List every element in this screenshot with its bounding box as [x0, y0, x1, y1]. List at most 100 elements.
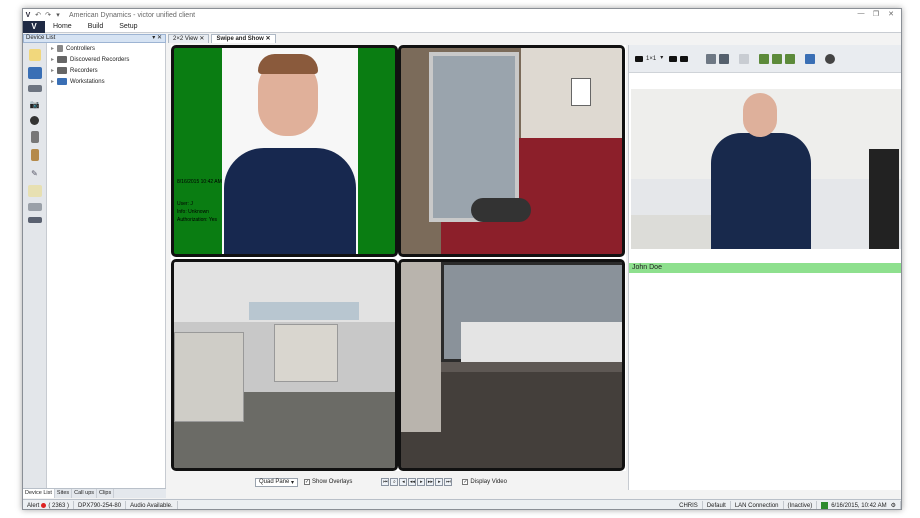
single-view-panel: 1×1 ▾ John Doe [628, 45, 901, 490]
server-icon[interactable] [27, 203, 42, 211]
display-video-checkbox[interactable]: ✓ [462, 479, 469, 485]
tab-strip: Device List ▾ ✕ 2×2 View ✕ Swipe and Sho… [23, 34, 901, 43]
connection-status: LAN Connection [731, 500, 784, 509]
settings-gear-icon[interactable]: ⚙ [891, 502, 896, 509]
glass-door-frame [429, 52, 519, 222]
brand-logo[interactable]: V [23, 20, 45, 33]
close-button[interactable]: ✕ [885, 10, 897, 20]
cardholder-name-bar: John Doe [629, 263, 901, 273]
camera-group-icon[interactable] [759, 53, 770, 64]
camera-remove-icon[interactable] [785, 53, 796, 64]
app-logo-icon: V [25, 11, 31, 19]
video-pane-lobby[interactable] [398, 45, 625, 257]
device-tree: ▸ Controllers ▸ Discovered Recorders ▸ Reco… [47, 43, 166, 488]
snapshot-icon[interactable] [706, 53, 717, 64]
snow-outside [461, 322, 622, 362]
map-icon[interactable] [27, 185, 42, 197]
first-frame-button[interactable]: ⏮ [381, 478, 390, 486]
tree-item-recorders[interactable]: ▸ Recorders [47, 65, 165, 76]
zoom-button[interactable]: ⌕ [390, 478, 399, 486]
camera-icon[interactable]: 📷 [28, 98, 42, 110]
menu-setup[interactable]: Setup [111, 23, 145, 30]
title-bar: V ↶ ↷ ▾ American Dynamics - victor unifi… [23, 9, 901, 21]
tree-item-workstations[interactable]: ▸ Workstations [47, 76, 165, 87]
alert-status[interactable]: Alert ( 2363 ) [23, 500, 75, 509]
layout-wide-icon[interactable] [680, 55, 689, 62]
person-face [743, 93, 777, 137]
minimize-button[interactable]: — [855, 10, 867, 20]
play-button[interactable]: ▸ [417, 478, 426, 486]
cubicle-right [274, 324, 338, 382]
layout-select[interactable]: Quad Pane ▾ [255, 477, 299, 487]
display-video-label: Display Video [470, 479, 507, 485]
redo-icon[interactable]: ↷ [43, 10, 53, 20]
forward-button[interactable]: ▸▸ [426, 478, 435, 486]
controller-icon[interactable] [30, 131, 39, 143]
tab-2x2-view[interactable]: 2×2 View ✕ [168, 34, 210, 43]
layout-label: 1×1 [646, 55, 657, 62]
tree-label: Controllers [66, 45, 96, 52]
tree-label: Workstations [70, 78, 105, 85]
whiteboard [571, 78, 591, 106]
video-pane-office[interactable] [171, 259, 398, 471]
video-pane-corridor[interactable] [398, 259, 625, 471]
alert-dot-icon [41, 503, 47, 508]
btab-clips[interactable]: Clips [97, 489, 115, 498]
recorder-tree-icon [57, 67, 67, 74]
single-view-toolbar: 1×1 ▾ [629, 45, 901, 73]
live-button[interactable]: ⏭ [444, 478, 453, 486]
export-icon[interactable] [805, 53, 816, 64]
menu-build[interactable]: Build [80, 23, 112, 30]
rewind-button[interactable]: ◂◂ [408, 478, 417, 486]
back-window [249, 302, 359, 320]
door-mat [471, 198, 531, 222]
menu-bar: V Home Build Setup [23, 20, 901, 33]
tab-swipe-label: Swipe and Show [216, 36, 264, 42]
menu-home[interactable]: Home [45, 23, 80, 30]
workstation-tree-icon [57, 78, 67, 85]
tree-item-discovered-recorders[interactable]: ▸ Discovered Recorders [47, 54, 165, 65]
tab-2x2-label: 2×2 View [173, 36, 198, 42]
overlay-line-3: Info: Unknown [177, 209, 209, 215]
layout-dropdown-icon[interactable]: ▾ [660, 54, 666, 64]
show-overlays-checkbox[interactable]: ✓ [304, 479, 311, 485]
save-icon[interactable] [719, 53, 730, 64]
panel-pin-icon[interactable]: ▾ ✕ [152, 35, 162, 42]
monitor-icon[interactable] [27, 217, 42, 223]
status-bar: Alert ( 2363 ) DPX790-254-80 Audio Avail… [23, 499, 901, 509]
app-window: V ↶ ↷ ▾ American Dynamics - victor unifi… [22, 8, 902, 510]
btab-sites[interactable]: Sites [55, 489, 73, 498]
note-icon[interactable] [28, 49, 41, 61]
quick-access-menu-icon[interactable]: ▾ [53, 10, 63, 20]
maximize-button[interactable]: ❐ [870, 10, 882, 20]
camera-add-icon[interactable] [772, 53, 783, 64]
layout-2x2-icon[interactable] [669, 55, 678, 62]
btab-device-list[interactable]: Device List [23, 489, 55, 498]
single-view-video[interactable] [631, 89, 901, 249]
desk [631, 215, 711, 249]
settings-icon[interactable] [825, 53, 836, 64]
step-forward-button[interactable]: ▸ [435, 478, 444, 486]
layout-1x1-icon[interactable] [635, 55, 643, 62]
tab-swipe-and-show[interactable]: Swipe and Show ✕ [211, 34, 276, 43]
edit-icon[interactable]: ✎ [28, 167, 42, 179]
folder-icon[interactable] [27, 67, 42, 79]
search-icon[interactable] [739, 53, 750, 64]
tree-item-controllers[interactable]: ▸ Controllers [47, 43, 165, 54]
recorder-icon[interactable] [27, 85, 42, 92]
door-icon[interactable] [30, 149, 39, 161]
profile-status: Default [703, 500, 731, 509]
cubicle-left [174, 332, 244, 422]
dome-camera-icon[interactable] [30, 116, 39, 125]
undo-icon[interactable]: ↶ [33, 10, 43, 20]
recorder-tree-icon [57, 56, 67, 63]
tool-strip: 📷 ✎ [23, 43, 47, 488]
overlay-line-1: 8/16/2015 10:42 AM [177, 179, 222, 185]
step-back-button[interactable]: ◂ [399, 478, 408, 486]
video-pane-badge-photo[interactable]: 8/16/2015 10:42 AM User: J Info: Unknown… [171, 45, 398, 257]
site-status: CHRIS [675, 500, 703, 509]
alert-count: ( 2363 ) [48, 502, 70, 509]
btab-call-ups[interactable]: Call ups [72, 489, 98, 498]
device-list-header: Device List ▾ ✕ [23, 34, 166, 43]
playback-controls: ⏮ ⌕ ◂ ◂◂ ▸ ▸▸ ▸ ⏭ [380, 478, 453, 486]
